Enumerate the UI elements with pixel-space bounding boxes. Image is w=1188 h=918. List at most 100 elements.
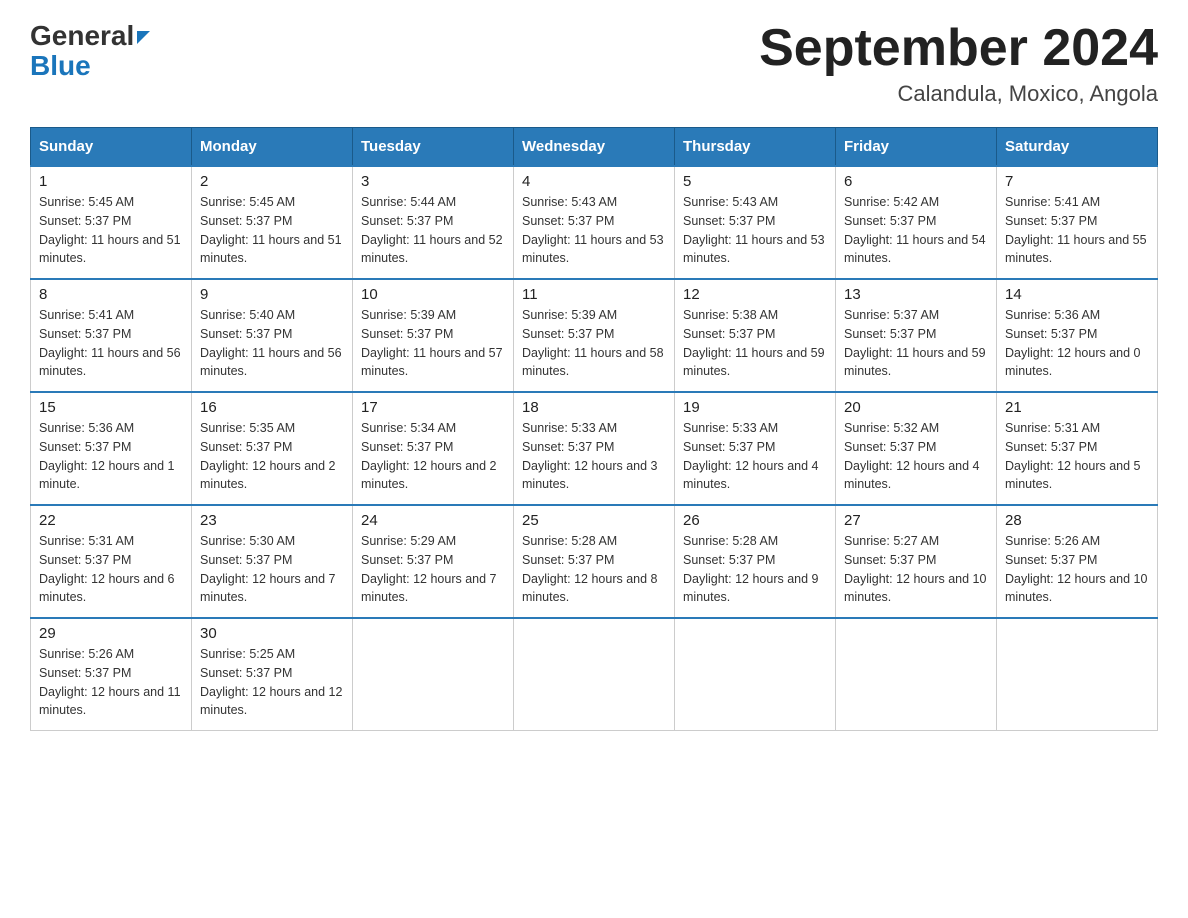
calendar-day-cell: 18 Sunrise: 5:33 AMSunset: 5:37 PMDaylig… — [514, 392, 675, 505]
calendar-day-header: Monday — [192, 128, 353, 167]
day-number: 22 — [39, 512, 183, 529]
calendar-day-cell — [514, 618, 675, 731]
calendar-day-cell: 6 Sunrise: 5:42 AMSunset: 5:37 PMDayligh… — [836, 166, 997, 279]
day-info: Sunrise: 5:33 AMSunset: 5:37 PMDaylight:… — [683, 421, 819, 491]
calendar-day-header: Thursday — [675, 128, 836, 167]
calendar-week-row: 29 Sunrise: 5:26 AMSunset: 5:37 PMDaylig… — [31, 618, 1158, 731]
day-info: Sunrise: 5:27 AMSunset: 5:37 PMDaylight:… — [844, 534, 986, 604]
calendar-day-cell — [997, 618, 1158, 731]
logo-general-text: General — [30, 20, 134, 52]
day-info: Sunrise: 5:30 AMSunset: 5:37 PMDaylight:… — [200, 534, 336, 604]
day-number: 8 — [39, 286, 183, 303]
calendar-day-cell: 17 Sunrise: 5:34 AMSunset: 5:37 PMDaylig… — [353, 392, 514, 505]
calendar-day-cell: 1 Sunrise: 5:45 AMSunset: 5:37 PMDayligh… — [31, 166, 192, 279]
calendar-day-cell: 29 Sunrise: 5:26 AMSunset: 5:37 PMDaylig… — [31, 618, 192, 731]
day-info: Sunrise: 5:26 AMSunset: 5:37 PMDaylight:… — [39, 647, 181, 717]
calendar-day-cell: 5 Sunrise: 5:43 AMSunset: 5:37 PMDayligh… — [675, 166, 836, 279]
day-info: Sunrise: 5:41 AMSunset: 5:37 PMDaylight:… — [39, 308, 181, 378]
calendar-day-cell: 8 Sunrise: 5:41 AMSunset: 5:37 PMDayligh… — [31, 279, 192, 392]
day-info: Sunrise: 5:28 AMSunset: 5:37 PMDaylight:… — [683, 534, 819, 604]
logo-blue-text: Blue — [30, 52, 150, 80]
day-number: 27 — [844, 512, 988, 529]
calendar-day-header: Sunday — [31, 128, 192, 167]
day-number: 9 — [200, 286, 344, 303]
calendar-day-cell: 12 Sunrise: 5:38 AMSunset: 5:37 PMDaylig… — [675, 279, 836, 392]
day-info: Sunrise: 5:43 AMSunset: 5:37 PMDaylight:… — [522, 195, 664, 265]
day-number: 26 — [683, 512, 827, 529]
day-number: 11 — [522, 286, 666, 303]
day-info: Sunrise: 5:37 AMSunset: 5:37 PMDaylight:… — [844, 308, 986, 378]
calendar-week-row: 22 Sunrise: 5:31 AMSunset: 5:37 PMDaylig… — [31, 505, 1158, 618]
day-number: 20 — [844, 399, 988, 416]
day-number: 2 — [200, 173, 344, 190]
day-info: Sunrise: 5:39 AMSunset: 5:37 PMDaylight:… — [522, 308, 664, 378]
calendar-day-cell: 30 Sunrise: 5:25 AMSunset: 5:37 PMDaylig… — [192, 618, 353, 731]
day-info: Sunrise: 5:38 AMSunset: 5:37 PMDaylight:… — [683, 308, 825, 378]
page-header: General Blue September 2024 Calandula, M… — [30, 20, 1158, 107]
day-number: 19 — [683, 399, 827, 416]
day-info: Sunrise: 5:28 AMSunset: 5:37 PMDaylight:… — [522, 534, 658, 604]
day-number: 24 — [361, 512, 505, 529]
day-number: 25 — [522, 512, 666, 529]
day-info: Sunrise: 5:45 AMSunset: 5:37 PMDaylight:… — [39, 195, 181, 265]
day-number: 15 — [39, 399, 183, 416]
calendar-day-cell: 16 Sunrise: 5:35 AMSunset: 5:37 PMDaylig… — [192, 392, 353, 505]
day-number: 29 — [39, 625, 183, 642]
calendar-day-cell: 14 Sunrise: 5:36 AMSunset: 5:37 PMDaylig… — [997, 279, 1158, 392]
day-info: Sunrise: 5:39 AMSunset: 5:37 PMDaylight:… — [361, 308, 503, 378]
calendar-day-cell: 7 Sunrise: 5:41 AMSunset: 5:37 PMDayligh… — [997, 166, 1158, 279]
calendar-day-cell: 26 Sunrise: 5:28 AMSunset: 5:37 PMDaylig… — [675, 505, 836, 618]
day-number: 21 — [1005, 399, 1149, 416]
calendar-day-cell: 24 Sunrise: 5:29 AMSunset: 5:37 PMDaylig… — [353, 505, 514, 618]
calendar-day-header: Tuesday — [353, 128, 514, 167]
calendar-day-cell: 2 Sunrise: 5:45 AMSunset: 5:37 PMDayligh… — [192, 166, 353, 279]
calendar-day-cell: 27 Sunrise: 5:27 AMSunset: 5:37 PMDaylig… — [836, 505, 997, 618]
day-info: Sunrise: 5:36 AMSunset: 5:37 PMDaylight:… — [1005, 308, 1141, 378]
day-info: Sunrise: 5:43 AMSunset: 5:37 PMDaylight:… — [683, 195, 825, 265]
day-number: 3 — [361, 173, 505, 190]
calendar-day-header: Friday — [836, 128, 997, 167]
title-section: September 2024 Calandula, Moxico, Angola — [759, 20, 1158, 107]
day-info: Sunrise: 5:40 AMSunset: 5:37 PMDaylight:… — [200, 308, 342, 378]
day-info: Sunrise: 5:25 AMSunset: 5:37 PMDaylight:… — [200, 647, 342, 717]
day-number: 4 — [522, 173, 666, 190]
day-info: Sunrise: 5:26 AMSunset: 5:37 PMDaylight:… — [1005, 534, 1147, 604]
calendar-day-cell: 10 Sunrise: 5:39 AMSunset: 5:37 PMDaylig… — [353, 279, 514, 392]
day-number: 1 — [39, 173, 183, 190]
day-number: 17 — [361, 399, 505, 416]
day-info: Sunrise: 5:33 AMSunset: 5:37 PMDaylight:… — [522, 421, 658, 491]
day-number: 10 — [361, 286, 505, 303]
day-number: 13 — [844, 286, 988, 303]
calendar-header-row: SundayMondayTuesdayWednesdayThursdayFrid… — [31, 128, 1158, 167]
calendar-day-cell — [836, 618, 997, 731]
calendar-day-cell: 23 Sunrise: 5:30 AMSunset: 5:37 PMDaylig… — [192, 505, 353, 618]
day-info: Sunrise: 5:34 AMSunset: 5:37 PMDaylight:… — [361, 421, 497, 491]
day-number: 16 — [200, 399, 344, 416]
day-info: Sunrise: 5:32 AMSunset: 5:37 PMDaylight:… — [844, 421, 980, 491]
calendar-day-cell: 25 Sunrise: 5:28 AMSunset: 5:37 PMDaylig… — [514, 505, 675, 618]
day-info: Sunrise: 5:35 AMSunset: 5:37 PMDaylight:… — [200, 421, 336, 491]
day-number: 7 — [1005, 173, 1149, 190]
day-info: Sunrise: 5:29 AMSunset: 5:37 PMDaylight:… — [361, 534, 497, 604]
calendar-week-row: 15 Sunrise: 5:36 AMSunset: 5:37 PMDaylig… — [31, 392, 1158, 505]
calendar-day-cell: 28 Sunrise: 5:26 AMSunset: 5:37 PMDaylig… — [997, 505, 1158, 618]
location-subtitle: Calandula, Moxico, Angola — [759, 81, 1158, 107]
day-number: 30 — [200, 625, 344, 642]
calendar-day-cell: 3 Sunrise: 5:44 AMSunset: 5:37 PMDayligh… — [353, 166, 514, 279]
calendar-day-cell — [675, 618, 836, 731]
day-number: 14 — [1005, 286, 1149, 303]
day-number: 6 — [844, 173, 988, 190]
day-number: 23 — [200, 512, 344, 529]
calendar-table: SundayMondayTuesdayWednesdayThursdayFrid… — [30, 127, 1158, 731]
calendar-day-cell: 9 Sunrise: 5:40 AMSunset: 5:37 PMDayligh… — [192, 279, 353, 392]
month-title: September 2024 — [759, 20, 1158, 77]
day-number: 12 — [683, 286, 827, 303]
calendar-day-cell: 22 Sunrise: 5:31 AMSunset: 5:37 PMDaylig… — [31, 505, 192, 618]
calendar-day-header: Wednesday — [514, 128, 675, 167]
day-info: Sunrise: 5:31 AMSunset: 5:37 PMDaylight:… — [39, 534, 175, 604]
day-info: Sunrise: 5:45 AMSunset: 5:37 PMDaylight:… — [200, 195, 342, 265]
calendar-day-cell: 11 Sunrise: 5:39 AMSunset: 5:37 PMDaylig… — [514, 279, 675, 392]
calendar-day-header: Saturday — [997, 128, 1158, 167]
day-info: Sunrise: 5:31 AMSunset: 5:37 PMDaylight:… — [1005, 421, 1141, 491]
calendar-week-row: 8 Sunrise: 5:41 AMSunset: 5:37 PMDayligh… — [31, 279, 1158, 392]
